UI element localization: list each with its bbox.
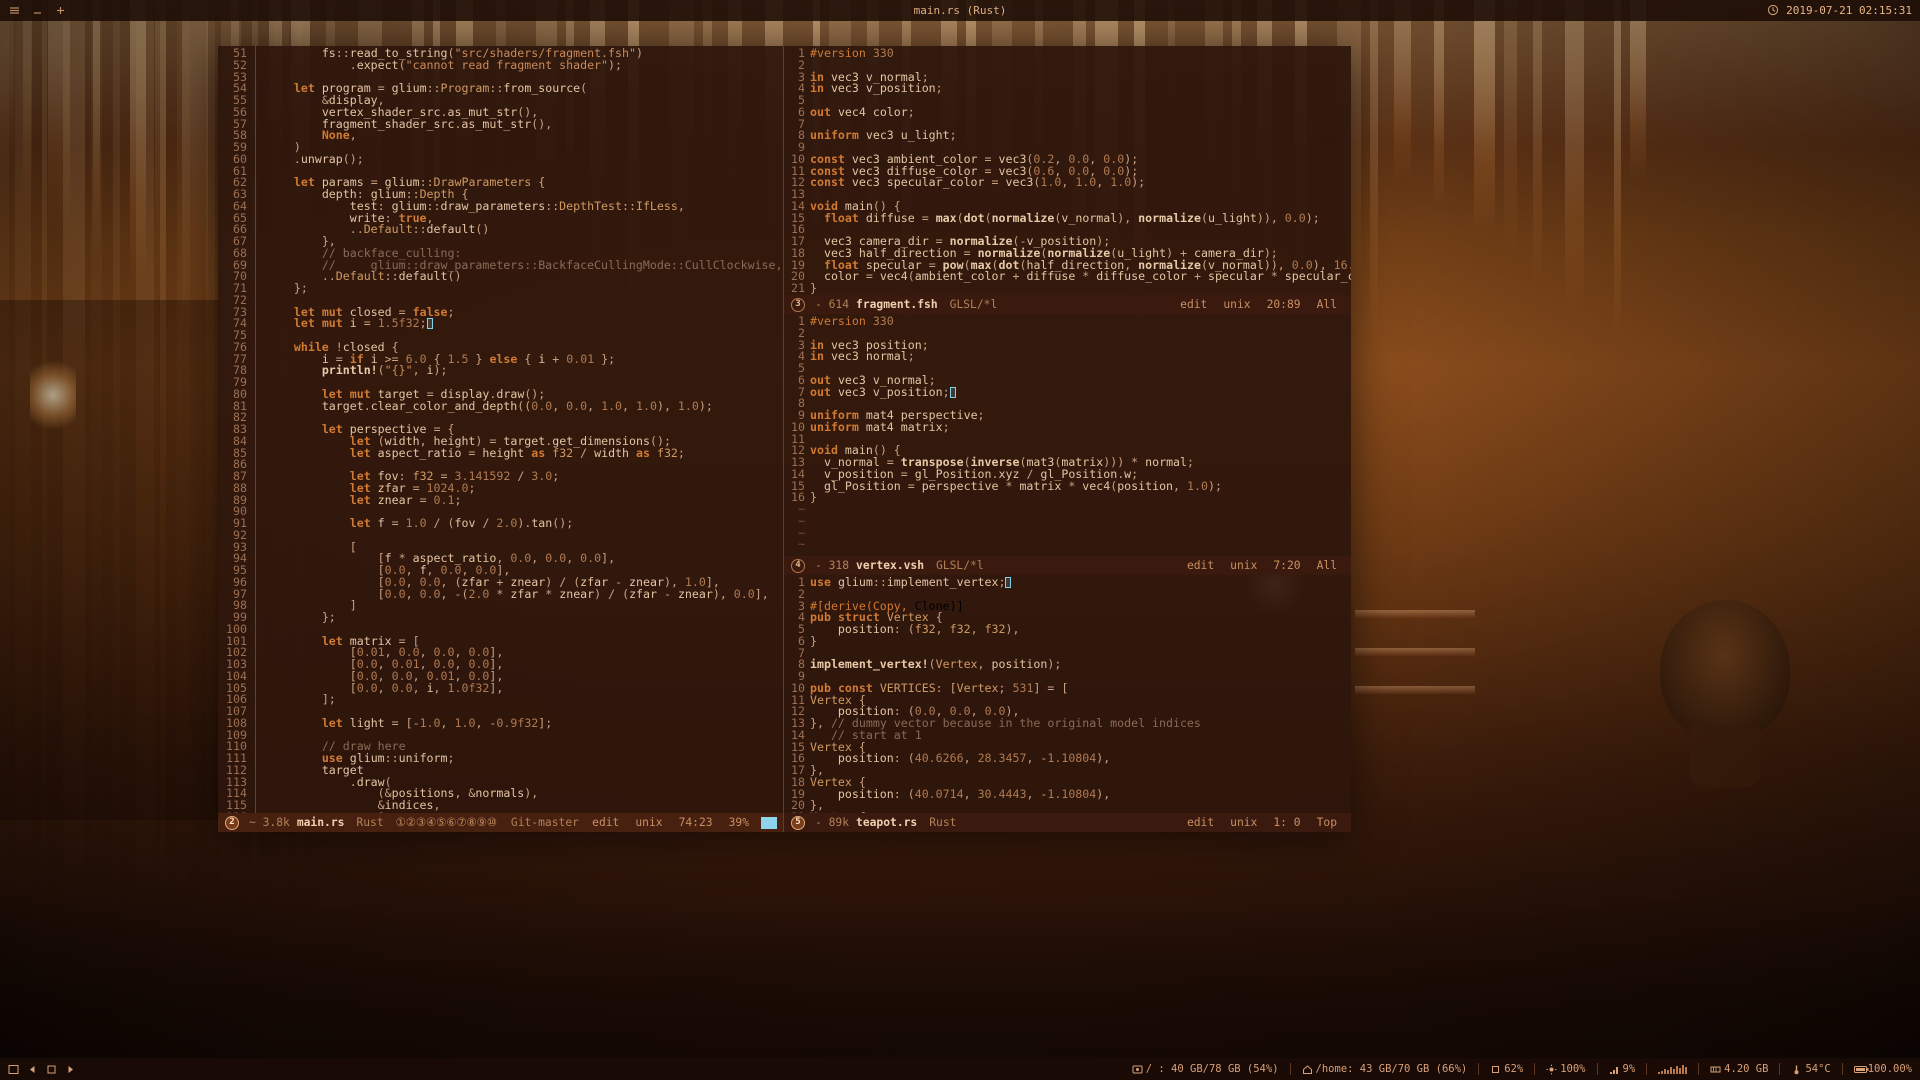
- taskbar-separator: [1596, 1063, 1598, 1075]
- file-name: fragment.fsh: [856, 297, 938, 311]
- taskbar-item-label: /home: 43 GB/70 GB (66%): [1315, 1063, 1468, 1075]
- taskbar-item-brightness[interactable]: 100%: [1546, 1063, 1586, 1075]
- taskbar-separator: [1289, 1063, 1291, 1075]
- edit-mode: edit: [592, 815, 620, 829]
- taskbar-item-label: 100.00%: [1867, 1063, 1912, 1075]
- marker-indicators: ①②③④⑤⑥⑦⑧⑨⑩: [395, 815, 497, 829]
- taskbar-separator: [1841, 1063, 1843, 1075]
- file-size: - 318: [815, 558, 850, 572]
- taskbar-item-label: 9%: [1622, 1063, 1636, 1075]
- taskbar-item-label: 62%: [1504, 1063, 1524, 1075]
- battery-icon: [1853, 1064, 1869, 1074]
- taskbar-right: / : 40 GB/78 GB (54%) /home: 43 GB/70 GB …: [1132, 1063, 1920, 1075]
- scroll-percent: All: [1316, 558, 1337, 572]
- pane-teapot-rs[interactable]: 1 use glium::implement_vertex; 2 3 #[derive(…: [784, 575, 1351, 813]
- brightness-icon: [1546, 1064, 1557, 1075]
- taskbar-item-disk[interactable]: / : 40 GB/78 GB (54%): [1132, 1063, 1279, 1075]
- scroll-percent: 39%: [728, 815, 749, 829]
- taskbar-item-memory[interactable]: 4.20 GB: [1710, 1063, 1768, 1075]
- graph-icon: [1658, 1064, 1688, 1074]
- taskbar-item-label: 54°C: [1805, 1063, 1831, 1075]
- statusline-main-rs[interactable]: 2 ~ 3.8k main.rs Rust ①②③④⑤⑥⑦⑧⑨⑩ Git-mas…: [218, 813, 783, 832]
- thermometer-icon: [1791, 1064, 1801, 1075]
- scroll-percent: Top: [1316, 815, 1337, 829]
- pane-vertex-vsh[interactable]: 1 #version 330 2 3 in vec3 position; 4 in vec3…: [784, 314, 1351, 556]
- statusline-vertex-vsh[interactable]: 4 - 318 vertex.vsh GLSL/*l edit unix 7:2…: [784, 556, 1351, 575]
- taskbar-item-battery[interactable]: 100.00%: [1853, 1063, 1912, 1075]
- file-name: main.rs: [296, 815, 345, 829]
- statusline-teapot-rs[interactable]: 5 - 89k teapot.rs Rust edit unix 1: 0 To…: [784, 813, 1351, 832]
- file-name: vertex.vsh: [856, 558, 925, 572]
- next-icon[interactable]: [65, 1064, 75, 1074]
- taskbar-separator: [1478, 1063, 1480, 1075]
- file-type: Rust: [356, 815, 384, 829]
- taskbar-item-network[interactable]: 9%: [1609, 1063, 1636, 1075]
- taskbar-separator: [1534, 1063, 1536, 1075]
- edit-mode: edit: [1180, 297, 1208, 311]
- pane-index-badge: 2: [225, 815, 239, 830]
- file-name: teapot.rs: [856, 815, 918, 829]
- cursor-position: 74:23: [678, 815, 713, 829]
- statusline-fragment-fsh[interactable]: 3 - 614 fragment.fsh GLSL/*l edit unix 2…: [784, 295, 1351, 314]
- statusline-right: edit unix 20:89 All: [1172, 297, 1351, 311]
- pane-index-badge: 4: [791, 558, 805, 573]
- file-size: ~ 3.8k: [249, 815, 290, 829]
- taskbar-item-label: / : 40 GB/78 GB (54%): [1145, 1063, 1279, 1075]
- taskbar-separator: [1646, 1063, 1648, 1075]
- edit-mode: edit: [1186, 815, 1215, 829]
- code-vertex-vsh: 1 #version 330 2 3 in vec3 position; 4 in vec3…: [791, 314, 1222, 551]
- terminal-window[interactable]: 51 │ fs::read_to_string("src/shaders/frag…: [218, 46, 1351, 832]
- statusline-right: edit unix 1: 0 Top: [1179, 815, 1351, 829]
- file-encoding: unix: [1230, 558, 1258, 572]
- scroll-indicator: [761, 816, 777, 829]
- statusline-right: edit unix 74:23 39%: [584, 815, 783, 829]
- top-bar: main.rs (Rust) 2019-07-21 02:15:31: [0, 0, 1920, 21]
- bottom-taskbar[interactable]: / : 40 GB/78 GB (54%) /home: 43 GB/70 GB …: [0, 1058, 1920, 1080]
- statusline-right: edit unix 7:20 All: [1179, 558, 1351, 572]
- memory-icon: [1710, 1064, 1721, 1074]
- pane-index-badge: 3: [791, 297, 805, 312]
- taskbar-item-home[interactable]: /home: 43 GB/70 GB (66%): [1302, 1063, 1468, 1075]
- disk-icon: [1132, 1064, 1143, 1074]
- code-teapot-rs: 1 use glium::implement_vertex; 2 3 #[derive(…: [791, 575, 1201, 813]
- file-type: Rust: [929, 815, 957, 829]
- network-icon: [1609, 1064, 1619, 1074]
- file-type: GLSL/*l: [936, 558, 984, 572]
- taskbar-item-cpu[interactable]: 62%: [1490, 1063, 1523, 1075]
- git-branch: Git-master: [510, 815, 579, 829]
- pane-index-badge: 5: [791, 815, 805, 830]
- window-icon[interactable]: [8, 1064, 19, 1074]
- pane-main-rs[interactable]: 51 │ fs::read_to_string("src/shaders/frag…: [218, 46, 783, 813]
- cursor-position: 1: 0: [1273, 815, 1301, 829]
- home-icon: [1302, 1064, 1312, 1074]
- taskbar-separator: [1779, 1063, 1781, 1075]
- code-main-rs: 51 │ fs::read_to_string("src/shaders/frag…: [226, 46, 783, 813]
- play-icon[interactable]: [46, 1064, 56, 1074]
- pane-fragment-fsh[interactable]: 1 #version 330 2 3 in vec3 v_normal; 4 in vec3…: [784, 46, 1351, 295]
- cpu-icon: [1490, 1064, 1500, 1074]
- taskbar-separator: [1698, 1063, 1700, 1075]
- file-type: GLSL/*l: [949, 297, 998, 311]
- scroll-percent: All: [1316, 297, 1337, 311]
- taskbar-item-thermometer[interactable]: 54°C: [1791, 1063, 1831, 1075]
- taskbar-left: [0, 1064, 75, 1074]
- window-title: main.rs (Rust): [913, 4, 1007, 17]
- code-fragment-fsh: 1 #version 330 2 3 in vec3 v_normal; 4 in vec3…: [791, 46, 1351, 295]
- clock-icon: [1767, 4, 1780, 17]
- taskbar-item-label: 4.20 GB: [1724, 1063, 1769, 1075]
- cursor-position: 7:20: [1273, 558, 1301, 572]
- edit-mode: edit: [1186, 558, 1215, 572]
- file-size: - 89k: [815, 815, 850, 829]
- taskbar-item-label: 100%: [1560, 1063, 1586, 1075]
- taskbar-item-graph[interactable]: [1658, 1064, 1688, 1074]
- prev-icon[interactable]: [27, 1064, 37, 1074]
- file-size: - 614: [815, 297, 850, 311]
- cursor-position: 20:89: [1266, 297, 1301, 311]
- file-encoding: unix: [1223, 297, 1251, 311]
- file-encoding: unix: [1230, 815, 1258, 829]
- file-encoding: unix: [635, 815, 663, 829]
